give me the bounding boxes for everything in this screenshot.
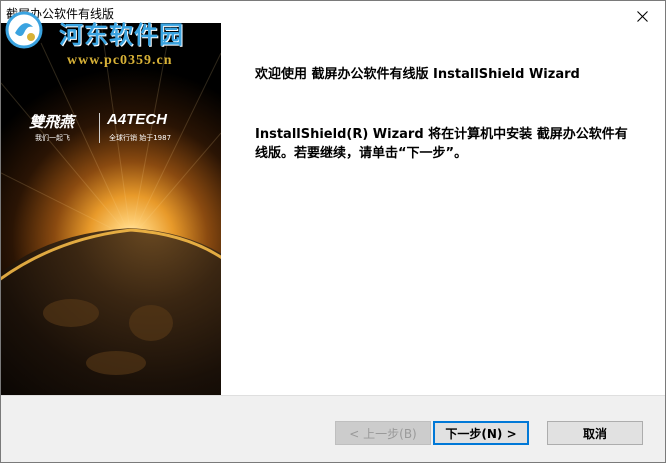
installer-window: 截屏办公软件有线版 雙飛燕 我们一起飞 A4TECH 全球行销 始于1987 河… xyxy=(0,0,666,463)
button-bar: < 上一步(B) 下一步(N) > 取消 xyxy=(1,395,665,462)
sunrise-earth-image xyxy=(1,23,221,395)
brand-slogan-left: 我们一起飞 xyxy=(35,134,70,142)
brand-logo-left: 雙飛燕 xyxy=(29,113,75,131)
close-icon xyxy=(636,10,648,22)
brand-slogan-right: 全球行销 始于1987 xyxy=(109,134,172,142)
next-button[interactable]: 下一步(N) > xyxy=(433,421,529,445)
back-button[interactable]: < 上一步(B) xyxy=(335,421,431,445)
welcome-heading: 欢迎使用 截屏办公软件有线版 InstallShield Wizard xyxy=(255,67,580,82)
cancel-button[interactable]: 取消 xyxy=(547,421,643,445)
brand-divider xyxy=(99,113,100,143)
installer-side-banner: 雙飛燕 我们一起飞 A4TECH 全球行销 始于1987 xyxy=(1,23,221,395)
close-button[interactable] xyxy=(619,1,665,31)
brand-logo-right: A4TECH xyxy=(107,111,168,128)
brand-logos: 雙飛燕 我们一起飞 A4TECH 全球行销 始于1987 xyxy=(29,111,199,151)
welcome-description: InstallShield(R) Wizard 将在计算机中安装 截屏办公软件有… xyxy=(255,127,628,161)
window-title: 截屏办公软件有线版 xyxy=(6,7,115,21)
